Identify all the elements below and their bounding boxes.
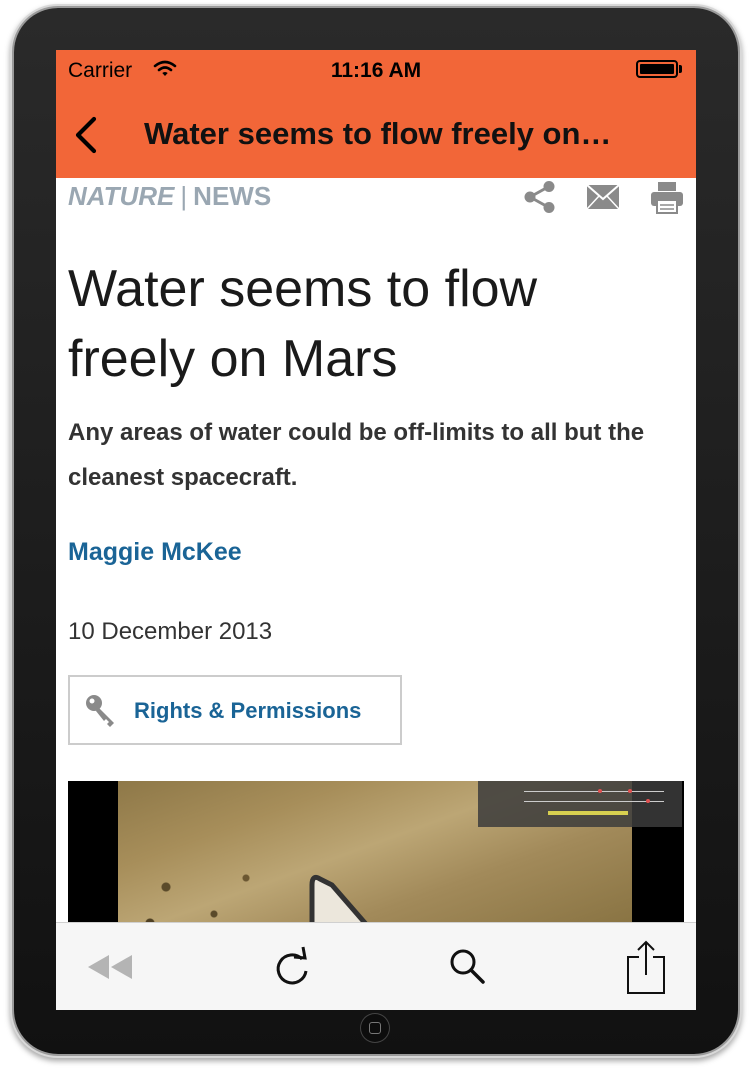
chevron-left-icon[interactable] <box>68 110 108 160</box>
brand-nature: NATURE <box>68 181 175 211</box>
nav-title: Water seems to flow freely on… <box>144 116 612 151</box>
video-overlay-graphic <box>478 781 682 827</box>
rights-permissions-button[interactable]: Rights & Permissions <box>68 675 402 745</box>
clock: 11:16 AM <box>330 59 422 82</box>
article-headline: Water seems to flow freely on Mars <box>68 260 538 388</box>
mail-icon[interactable] <box>586 184 620 210</box>
play-icon[interactable] <box>298 871 408 922</box>
video-player[interactable] <box>68 781 684 922</box>
brand-separator: | <box>180 181 188 211</box>
search-icon <box>450 949 485 984</box>
bottom-toolbar <box>56 922 696 1010</box>
share-button[interactable] <box>616 940 676 994</box>
brand-section: NEWS <box>193 181 272 211</box>
reload-button[interactable] <box>262 941 322 993</box>
battery-icon <box>636 60 678 78</box>
key-icon <box>86 695 114 727</box>
rights-permissions-label: Rights & Permissions <box>134 698 362 723</box>
share-icon <box>627 940 665 994</box>
article-content[interactable]: NATURE | NEWS Water seems to flow freely o… <box>56 178 696 922</box>
battery-tip <box>679 65 682 73</box>
author-link[interactable]: Maggie McKee <box>68 538 242 567</box>
share-icon[interactable] <box>522 180 558 214</box>
publication-date: 10 December 2013 <box>68 618 273 645</box>
home-button[interactable] <box>361 1014 389 1042</box>
print-icon[interactable] <box>650 180 684 214</box>
status-bar: Carrier 11:16 AM <box>56 50 696 90</box>
home-button-icon <box>369 1022 381 1034</box>
reload-icon <box>276 946 308 985</box>
search-button[interactable] <box>438 941 498 993</box>
rewind-button[interactable] <box>80 941 140 993</box>
article-standfirst: Any areas of water could be off-limits t… <box>68 419 645 491</box>
rewind-icon <box>88 955 132 979</box>
navigation-bar: Water seems to flow freely on… <box>56 90 696 178</box>
publication-brand[interactable]: NATURE | NEWS <box>68 181 271 212</box>
screen: Carrier 11:16 AM Water seems to flow fre… <box>56 50 696 1010</box>
